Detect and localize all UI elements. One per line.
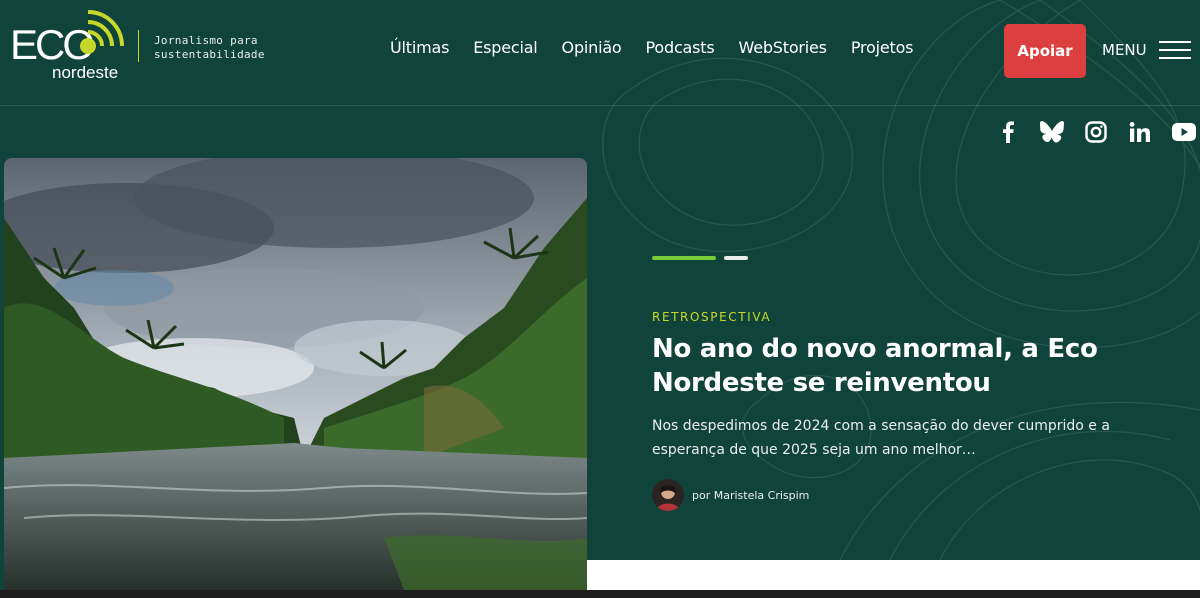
eco-nordeste-logo[interactable]: ECO nordeste [10,10,128,86]
social-links [996,120,1196,144]
tagline: Jornalismo para sustentabilidade [154,34,294,62]
facebook-icon[interactable] [996,120,1020,144]
nav-item-especial[interactable]: Especial [473,38,538,57]
menu-label: MENU [1102,41,1147,59]
main-nav: Últimas Especial Opinião Podcasts WebSto… [390,38,914,57]
signal-icon [80,10,124,54]
hero-landscape-picture [4,158,587,590]
youtube-icon[interactable] [1172,120,1196,144]
hamburger-icon [1158,40,1191,60]
tagline-line-2: sustentabilidade [154,48,265,61]
slide-dot-active[interactable] [652,256,716,260]
bluesky-icon[interactable] [1040,120,1064,144]
tagline-line-1: Jornalismo para [154,34,258,47]
menu-toggle[interactable]: MENU [1102,40,1191,60]
instagram-icon[interactable] [1084,120,1108,144]
content-area-edge [587,560,1200,590]
author-avatar[interactable] [652,479,684,511]
nav-item-projetos[interactable]: Projetos [851,38,914,57]
article-kicker[interactable]: RETROSPECTIVA [652,310,771,324]
logo-subtitle: nordeste [52,63,119,82]
support-button[interactable]: Apoiar [1004,24,1086,78]
nav-item-opiniao[interactable]: Opinião [562,38,622,57]
article-headline[interactable]: No ano do novo anormal, a Eco Nordeste s… [652,332,1112,400]
nav-item-webstories[interactable]: WebStories [739,38,828,57]
article-byline: por Maristela Crispim [652,479,809,511]
nav-item-podcasts[interactable]: Podcasts [646,38,715,57]
hero-image[interactable] [4,158,587,590]
article-excerpt: Nos despedimos de 2024 com a sensação do… [652,418,1110,458]
slider-indicator [652,256,748,260]
os-taskbar [0,590,1200,598]
slide-dot[interactable] [724,256,748,260]
linkedin-icon[interactable] [1128,120,1152,144]
tagline-divider [138,30,139,62]
nav-item-ultimas[interactable]: Últimas [390,38,449,57]
author-name[interactable]: por Maristela Crispim [692,489,809,502]
site-header: ECO nordeste Jornalismo para sustentabil… [0,0,1200,106]
